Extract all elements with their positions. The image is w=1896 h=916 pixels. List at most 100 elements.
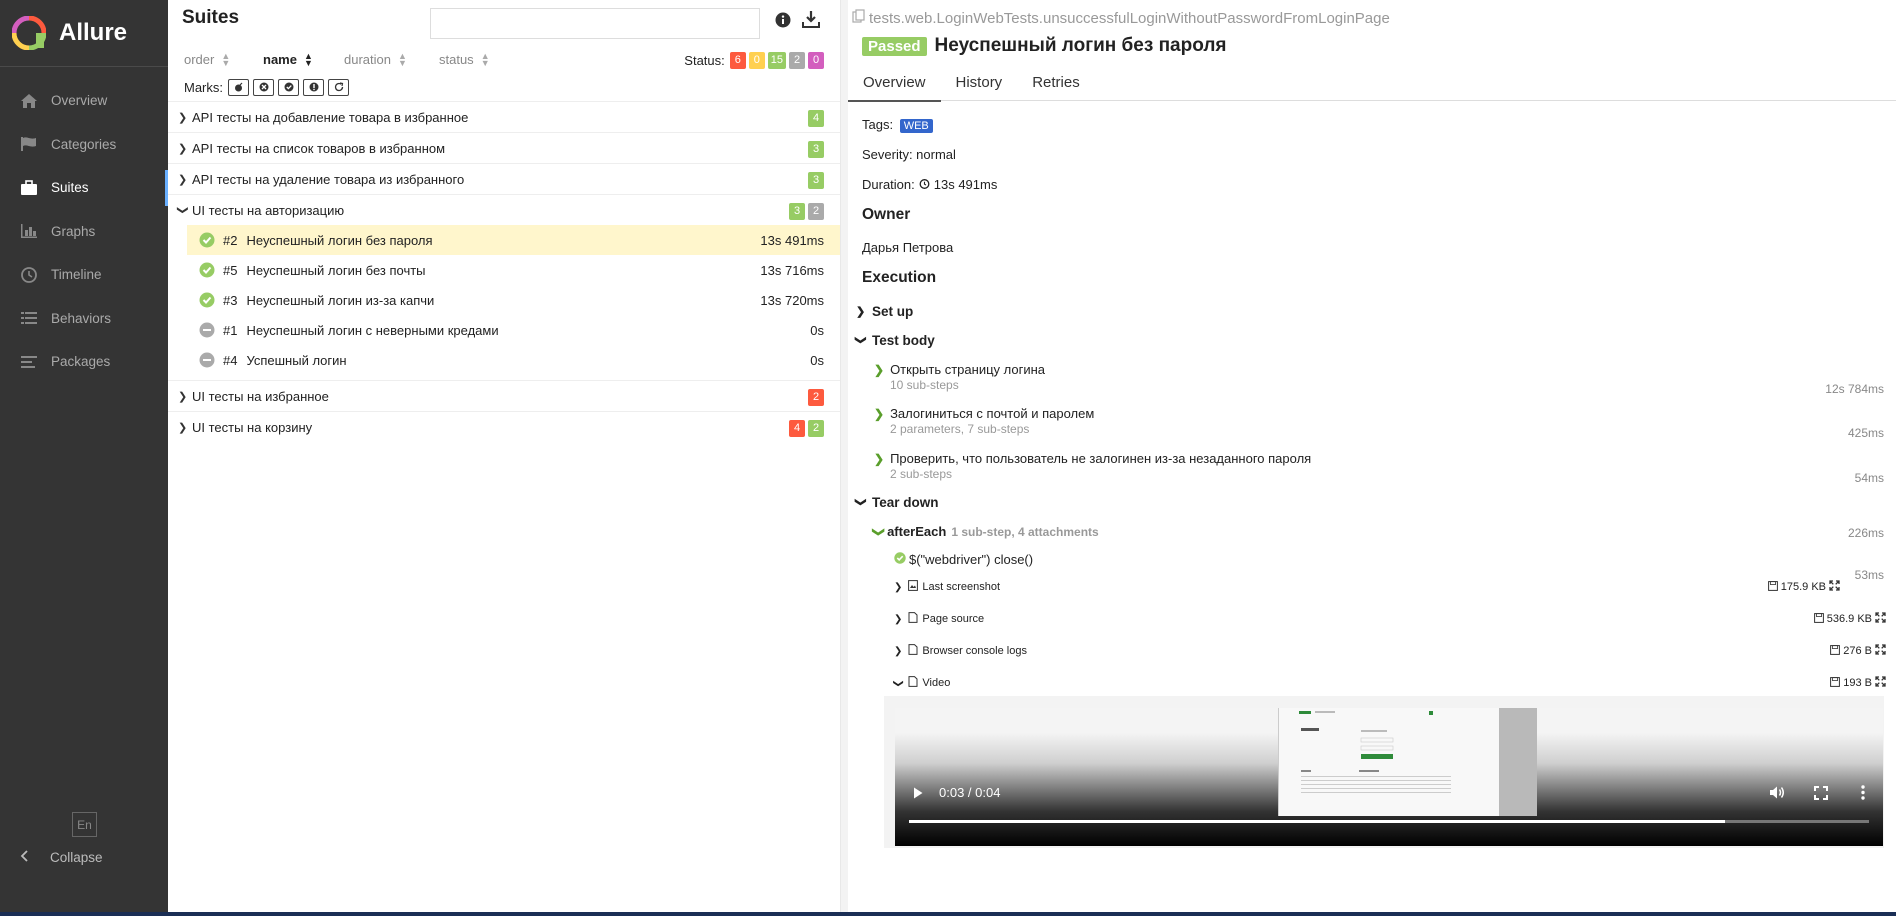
- mark-new-broken-toggle[interactable]: [303, 79, 324, 96]
- mark-new-failed-toggle[interactable]: [253, 79, 274, 96]
- severity-field: Severity: normal: [862, 147, 956, 162]
- sidebar: Allure Overview Categories Suites Graphs: [0, 0, 168, 916]
- status-passed-toggle[interactable]: 15: [767, 52, 786, 69]
- attachment-name: Browser console logs: [922, 645, 1027, 657]
- file-icon: [908, 644, 918, 658]
- duration-value: 13s 491ms: [933, 177, 998, 192]
- step-item[interactable]: ❯ Открыть страницу логина 10 sub-steps 12…: [874, 362, 1884, 396]
- suite-group-expanded[interactable]: ❯ UI тесты на авторизацию 3 2: [168, 194, 840, 225]
- attachment-row[interactable]: ❯ Browser console logs 276 B: [894, 644, 1886, 658]
- sort-by-name[interactable]: name ▲ ▼: [263, 51, 344, 67]
- sort-icon: ▲ ▼: [480, 50, 490, 68]
- bomb-icon: [234, 80, 244, 95]
- chevron-right-icon: ❯: [894, 645, 903, 657]
- chevron-down-icon: ❯: [854, 497, 867, 507]
- test-row[interactable]: #4 Успешный логин 0s: [187, 345, 840, 375]
- test-full-name: tests.web.LoginWebTests.unsuccessfulLogi…: [852, 9, 1390, 27]
- test-row[interactable]: #5 Неуспешный логин без почты 13s 716ms: [187, 255, 840, 285]
- step-name: Залогиниться с почтой и паролем: [890, 406, 1095, 421]
- image-file-icon: [908, 580, 919, 594]
- step-item[interactable]: ❯ Залогиниться с почтой и паролем 2 param…: [874, 406, 1884, 440]
- info-icon[interactable]: [775, 12, 791, 31]
- passed-status-icon: [199, 292, 215, 308]
- suite-group[interactable]: ❯ UI тесты на корзину 4 2: [168, 411, 840, 442]
- status-unknown-toggle[interactable]: 0: [808, 52, 824, 69]
- sidebar-item-overview[interactable]: Overview: [0, 79, 168, 123]
- tab-history[interactable]: History: [941, 70, 1018, 100]
- attachment-row[interactable]: ❯ Page source 536.9 KB: [894, 612, 1886, 626]
- mark-flaky-toggle[interactable]: [228, 79, 249, 96]
- sort-icon: ▲ ▼: [397, 50, 407, 68]
- expand-icon[interactable]: [1875, 612, 1886, 626]
- attachment-row[interactable]: ❯ Video 193 B: [893, 676, 1886, 690]
- count-badge: 4: [789, 420, 805, 437]
- suite-group[interactable]: ❯ API тесты на удаление товара из избран…: [168, 163, 840, 194]
- mark-new-passed-toggle[interactable]: [278, 79, 299, 96]
- tab-retries[interactable]: Retries: [1017, 70, 1095, 100]
- video-attachment: 0:03 / 0:04: [884, 696, 1884, 848]
- passed-status-icon: [894, 552, 906, 567]
- test-duration: 0s: [810, 353, 824, 368]
- owner-heading: Owner: [862, 206, 911, 223]
- sidebar-item-suites[interactable]: Suites: [0, 166, 168, 210]
- expand-icon[interactable]: [1829, 580, 1840, 594]
- suite-group[interactable]: ❯ API тесты на список товаров в избранно…: [168, 132, 840, 163]
- status-failed-toggle[interactable]: 6: [729, 52, 746, 69]
- teardown-stage[interactable]: ❯ Tear down: [854, 495, 939, 510]
- tab-overview[interactable]: Overview: [848, 70, 941, 102]
- suite-group[interactable]: ❯ UI тесты на избранное 2: [168, 380, 840, 411]
- video-progress-bar[interactable]: [909, 820, 1869, 823]
- suite-group[interactable]: ❯ API тесты на добавление товара в избра…: [168, 101, 840, 132]
- volume-icon[interactable]: [1769, 785, 1785, 803]
- download-icon[interactable]: [802, 10, 820, 31]
- test-name: Неуспешный логин из-за капчи: [246, 292, 435, 308]
- test-full-name-text: tests.web.LoginWebTests.unsuccessfulLogi…: [869, 9, 1390, 27]
- search-input[interactable]: [430, 8, 760, 39]
- check-circle-icon: [284, 80, 294, 95]
- sidebar-item-behaviors[interactable]: Behaviors: [0, 297, 168, 341]
- language-button[interactable]: En: [72, 812, 97, 837]
- status-broken-toggle[interactable]: 0: [748, 52, 765, 69]
- count-badge: 3: [789, 203, 805, 220]
- page-title: Suites: [182, 7, 240, 28]
- video-player[interactable]: 0:03 / 0:04: [895, 708, 1883, 846]
- test-body-stage[interactable]: ❯ Test body: [855, 333, 935, 348]
- suite-name: API тесты на добавление товара в избранн…: [192, 109, 469, 125]
- expand-icon[interactable]: [1875, 676, 1886, 690]
- sidebar-item-timeline[interactable]: Timeline: [0, 253, 168, 297]
- after-each-step[interactable]: ❯ afterEach 1 sub-step, 4 attachments 22…: [872, 524, 1884, 540]
- sort-by-status[interactable]: status ▲ ▼: [439, 50, 490, 68]
- fullscreen-icon[interactable]: [1814, 786, 1828, 803]
- test-number: #1: [223, 322, 238, 338]
- step-item[interactable]: ❯ Проверить, что пользователь не залогине…: [874, 451, 1884, 485]
- count-badge: 3: [808, 172, 824, 189]
- test-number: #4: [223, 352, 238, 368]
- mark-retries-toggle[interactable]: [328, 79, 349, 96]
- brand[interactable]: Allure: [0, 0, 168, 67]
- sidebar-item-categories[interactable]: Categories: [0, 123, 168, 167]
- chevron-right-icon: ❯: [874, 406, 885, 421]
- exclamation-circle-icon: [309, 80, 319, 95]
- test-row[interactable]: #3 Неуспешный логин из-за капчи 13s 720m…: [187, 285, 840, 315]
- step-name: Проверить, что пользователь не залогинен…: [890, 451, 1312, 466]
- attachment-row[interactable]: ❯ Last screenshot 175.9 KB: [894, 580, 1884, 594]
- collapse-button[interactable]: Collapse: [20, 850, 103, 865]
- more-options-icon[interactable]: [1861, 785, 1865, 803]
- play-icon[interactable]: [913, 787, 923, 802]
- sidebar-item-graphs[interactable]: Graphs: [0, 210, 168, 254]
- status-skipped-toggle[interactable]: 2: [789, 52, 805, 69]
- close-step[interactable]: $("webdriver") close(): [894, 552, 1033, 567]
- setup-stage[interactable]: ❯ Set up: [856, 304, 913, 319]
- sort-by-duration[interactable]: duration ▲ ▼: [344, 50, 439, 68]
- tags-field: Tags: WEB: [862, 117, 933, 133]
- test-duration: 13s 716ms: [760, 263, 824, 278]
- sort-by-order[interactable]: order ▲ ▼: [184, 51, 263, 67]
- sidebar-item-packages[interactable]: Packages: [0, 340, 168, 384]
- after-each-info: 1 sub-step, 4 attachments: [951, 524, 1099, 539]
- test-row[interactable]: #2 Неуспешный логин без пароля 13s 491ms: [187, 225, 840, 255]
- copy-icon[interactable]: [852, 9, 865, 27]
- test-row[interactable]: #1 Неуспешный логин с неверными кредами …: [187, 315, 840, 345]
- expand-icon[interactable]: [1875, 644, 1886, 658]
- suites-tree: ❯ API тесты на добавление товара в избра…: [168, 101, 840, 442]
- video-progress-fill: [909, 820, 1725, 823]
